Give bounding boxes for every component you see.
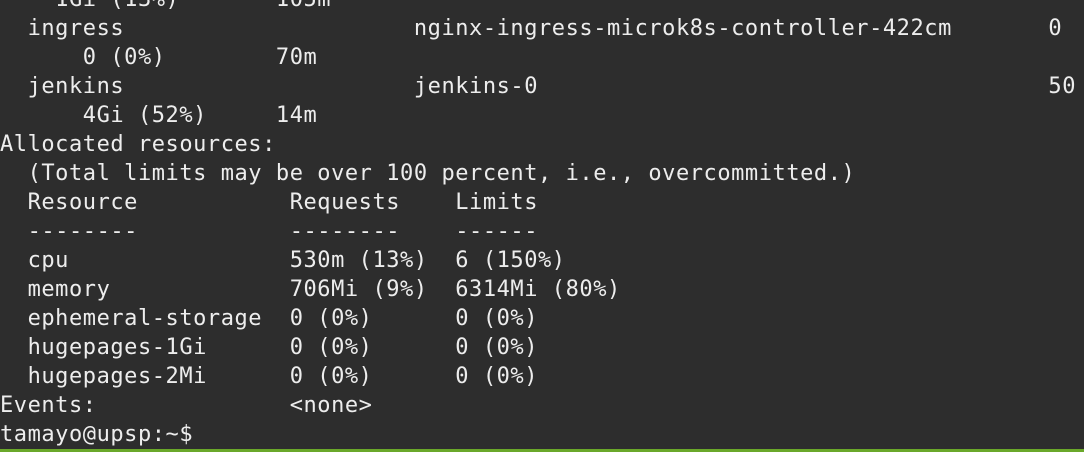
terminal-line: 1Gi (13%) 105m <box>0 0 331 14</box>
terminal-line: (Total limits may be over 100 percent, i… <box>0 161 856 186</box>
terminal-line: hugepages-2Mi 0 (0%) 0 (0%) <box>0 364 539 389</box>
terminal-line: ingress nginx-ingress-microk8s-controlle… <box>0 16 1063 41</box>
terminal-window[interactable]: 1Gi (13%) 105m ingress nginx-ingress-mic… <box>0 0 1084 449</box>
terminal-line: memory 706Mi (9%) 6314Mi (80%) <box>0 277 621 302</box>
terminal-line: Events: <none> <box>0 393 373 418</box>
terminal-line: 4Gi (52%) 14m <box>0 103 318 128</box>
terminal-line: jenkins jenkins-0 50 <box>0 74 1077 99</box>
terminal-line: ephemeral-storage 0 (0%) 0 (0%) <box>0 306 539 331</box>
terminal-line: cpu 530m (13%) 6 (150%) <box>0 248 566 273</box>
terminal-line: hugepages-1Gi 0 (0%) 0 (0%) <box>0 335 539 360</box>
terminal-line: 0 (0%) 70m <box>0 45 318 70</box>
terminal-line: -------- -------- ------ <box>0 219 539 244</box>
terminal-line: Resource Requests Limits <box>0 190 539 215</box>
terminal-line: Allocated resources: <box>0 132 276 157</box>
shell-prompt[interactable]: tamayo@upsp:~$ <box>0 420 207 449</box>
